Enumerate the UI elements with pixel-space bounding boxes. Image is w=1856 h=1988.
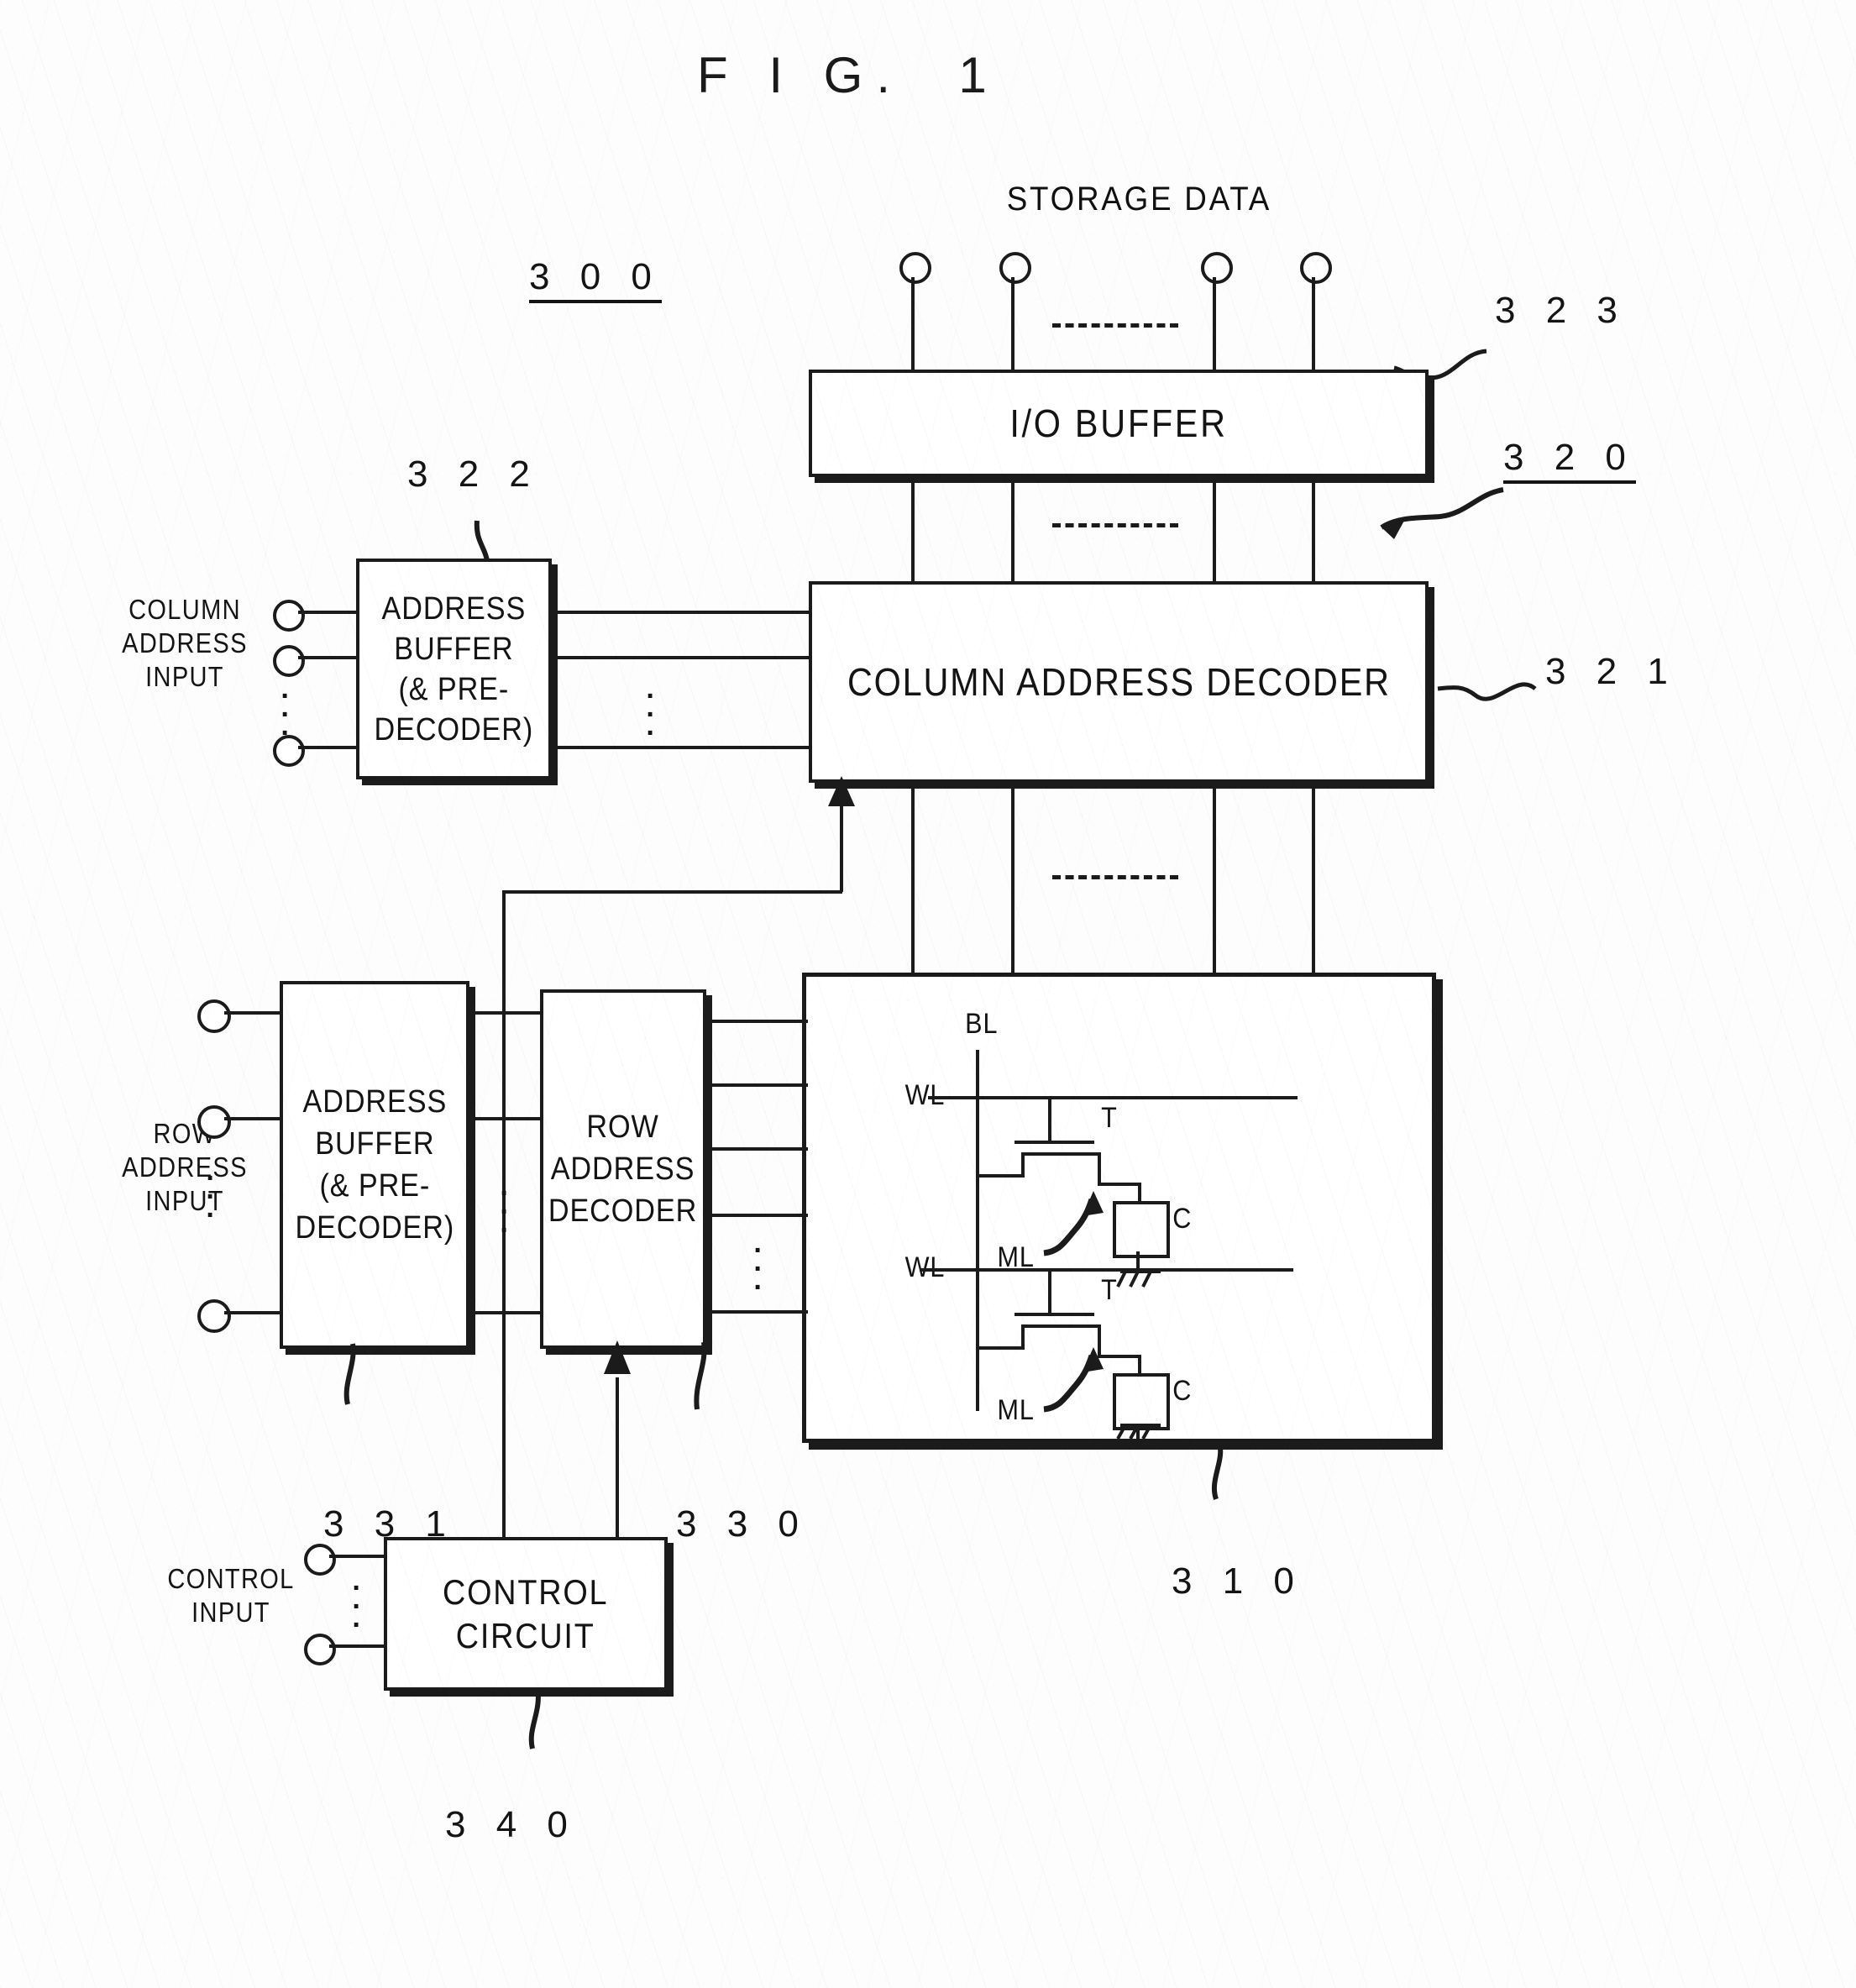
figure-sheet: F I G. 1 STORAGE DATA 3 0 0 3 2 3 I/O BU… — [0, 0, 1856, 1988]
reference-340-leader — [528, 1687, 541, 1749]
reference-340: 3 4 0 — [445, 1804, 578, 1845]
